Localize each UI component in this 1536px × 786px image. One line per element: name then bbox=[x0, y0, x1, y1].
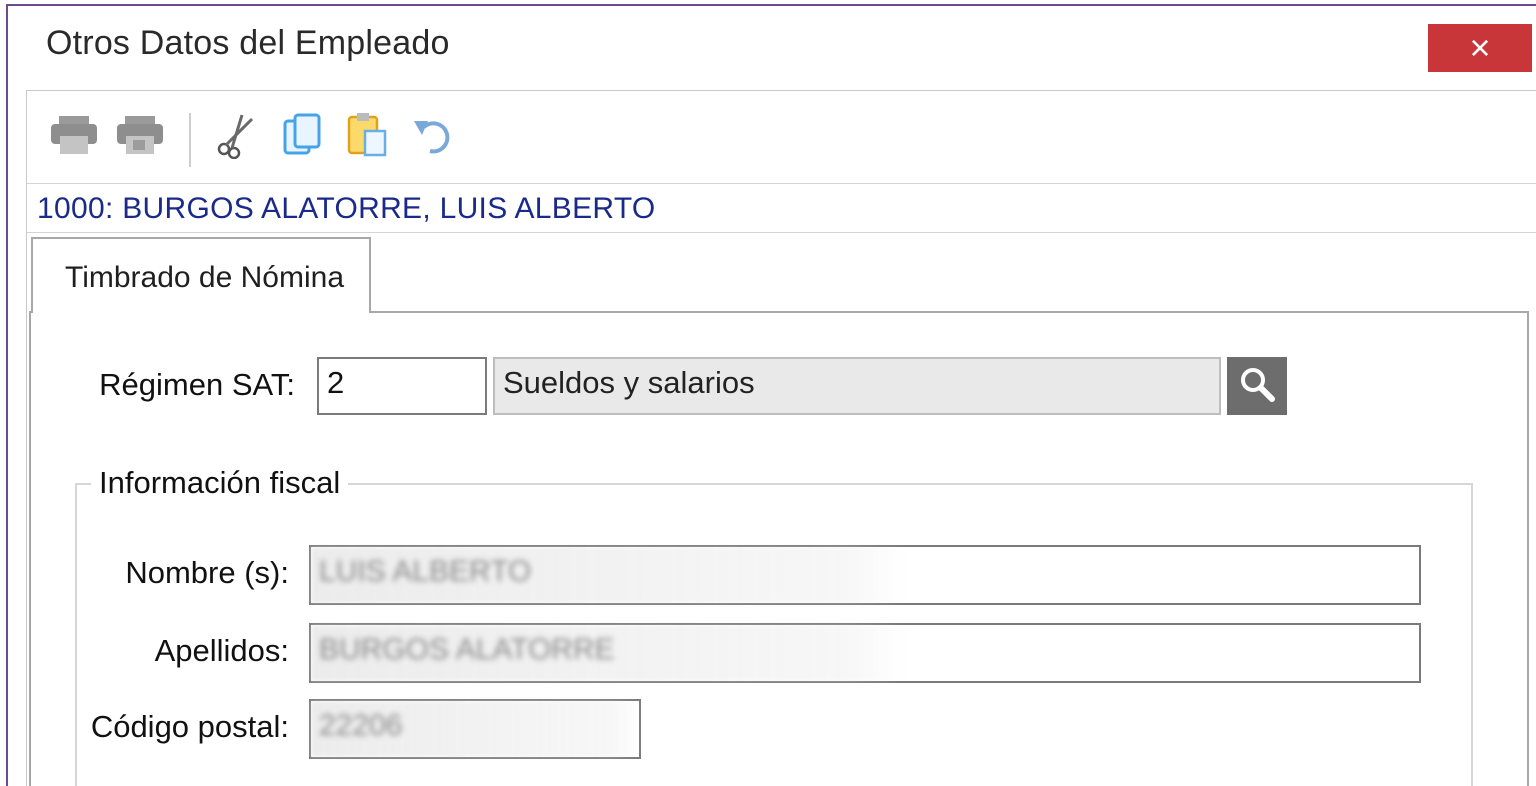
nombre-field[interactable]: LUIS ALBERTO bbox=[309, 545, 1421, 605]
codigo-postal-field[interactable]: 22206 bbox=[309, 699, 643, 759]
print-preview-icon bbox=[115, 114, 165, 161]
paste-button[interactable] bbox=[341, 109, 395, 165]
print-preview-button[interactable] bbox=[113, 109, 167, 165]
apellidos-label: Apellidos: bbox=[154, 633, 289, 668]
undo-icon bbox=[410, 113, 458, 162]
paste-icon bbox=[345, 111, 391, 164]
undo-button[interactable] bbox=[407, 109, 461, 165]
cut-button[interactable] bbox=[209, 109, 263, 165]
apellidos-field[interactable]: BURGOS ALATORRE bbox=[309, 623, 1421, 683]
print-button[interactable] bbox=[47, 109, 101, 165]
window-title: Otros Datos del Empleado bbox=[46, 24, 450, 62]
toolbar-separator bbox=[189, 113, 191, 167]
dialog-client-area: 1000: BURGOS ALATORRE, LUIS ALBERTO Timb… bbox=[26, 90, 1536, 786]
copy-button[interactable] bbox=[275, 109, 329, 165]
tab-page: Régimen SAT: 2 Sueldos y salarios Inform… bbox=[29, 311, 1529, 786]
regimen-search-button[interactable] bbox=[1227, 357, 1287, 415]
regimen-description-field: Sueldos y salarios bbox=[493, 357, 1221, 415]
apellidos-value: BURGOS ALATORRE bbox=[319, 633, 615, 666]
copy-icon bbox=[279, 111, 325, 164]
codigo-postal-value: 22206 bbox=[319, 709, 403, 742]
employee-name: 1000: BURGOS ALATORRE, LUIS ALBERTO bbox=[37, 192, 656, 225]
close-button[interactable]: × bbox=[1428, 24, 1532, 72]
print-icon bbox=[49, 114, 99, 161]
tab-timbrado-de-nomina[interactable]: Timbrado de Nómina bbox=[31, 237, 371, 313]
dialog-window: Otros Datos del Empleado × 1000: BURGOS … bbox=[6, 4, 1536, 786]
codigo-postal-label: Código postal: bbox=[90, 709, 289, 744]
nombre-value: LUIS ALBERTO bbox=[319, 555, 532, 588]
cut-icon bbox=[212, 111, 260, 164]
informacion-fiscal-group: Información fiscal Nombre (s): LUIS ALBE… bbox=[75, 465, 1473, 786]
tab-label: Timbrado de Nómina bbox=[65, 261, 345, 294]
search-icon bbox=[1237, 364, 1277, 409]
regimen-code-input[interactable]: 2 bbox=[317, 357, 487, 415]
group-title: Información fiscal bbox=[91, 465, 349, 501]
employee-header: 1000: BURGOS ALATORRE, LUIS ALBERTO bbox=[27, 183, 1536, 233]
regimen-sat-label: Régimen SAT: bbox=[99, 367, 295, 402]
toolbar bbox=[39, 109, 639, 173]
nombre-label: Nombre (s): bbox=[125, 555, 289, 590]
